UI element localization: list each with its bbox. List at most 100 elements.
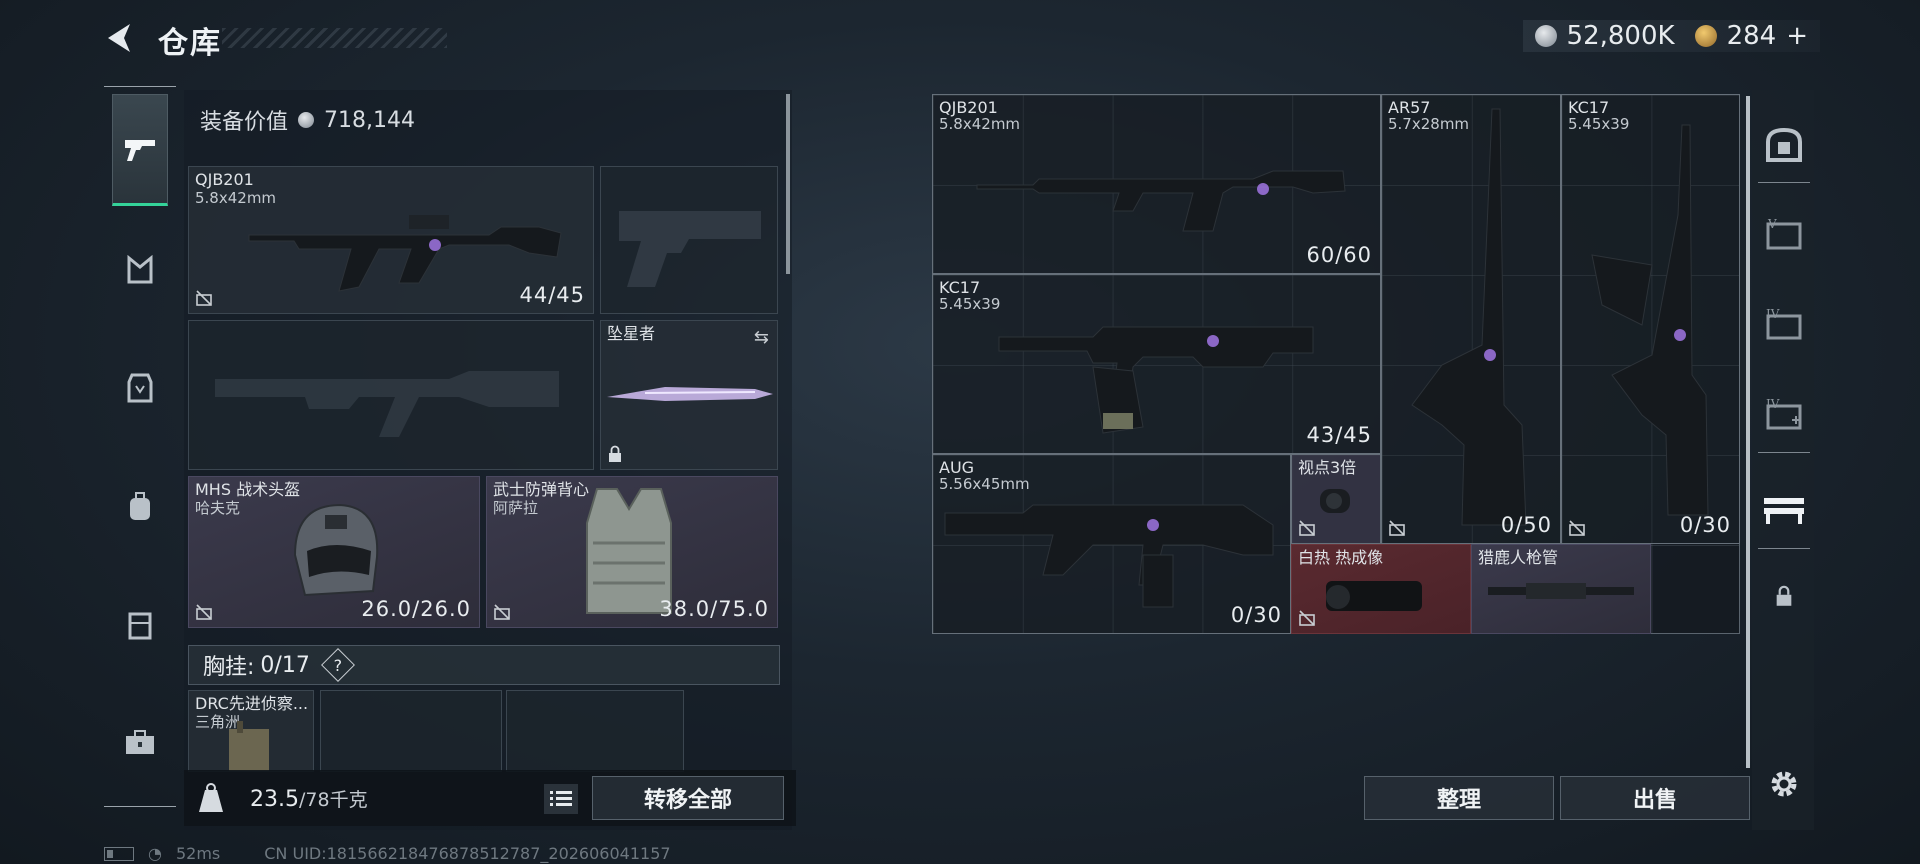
equipment-value: 718,144 xyxy=(324,107,415,133)
swap-icon[interactable]: ⇆ xyxy=(754,327,769,348)
melee-name: 坠星者 xyxy=(607,324,656,343)
helmet-durability: 26.0/26.0 xyxy=(361,597,471,621)
storage-scrollbar[interactable] xyxy=(1746,96,1750,768)
armor-durability: 38.0/75.0 xyxy=(659,597,769,621)
helmet-icon xyxy=(293,503,379,597)
rig-empty-slot[interactable] xyxy=(320,690,502,772)
mod-icon xyxy=(1299,610,1315,626)
settings-icon xyxy=(1771,771,1797,797)
nav-weapon-rack[interactable] xyxy=(1760,486,1808,534)
item-ammo: 43/45 xyxy=(1306,423,1372,447)
storage-item[interactable]: AUG 5.56x45mm 0/30 xyxy=(932,454,1291,634)
item-name: 猎鹿人枪管 xyxy=(1478,548,1559,567)
title-decoration xyxy=(222,28,447,48)
lock-icon xyxy=(1776,585,1792,606)
storage-item[interactable]: 猎鹿人枪管 xyxy=(1471,544,1651,634)
sell-button[interactable]: 出售 xyxy=(1560,776,1750,820)
backpack-icon xyxy=(130,492,150,520)
item-name: 视点3倍 xyxy=(1298,458,1357,477)
weight-value: 23.5/78千克 xyxy=(250,786,368,812)
item-ammo: 0/50 xyxy=(1500,513,1552,537)
safe-icon xyxy=(1766,127,1802,162)
rig-empty-slot[interactable] xyxy=(506,690,684,772)
wifi-icon: ◔ xyxy=(148,844,162,863)
nav-safe[interactable] xyxy=(1760,120,1808,168)
sort-button[interactable]: 整理 xyxy=(1364,776,1554,820)
mod-icon xyxy=(196,604,212,620)
toolbox-icon xyxy=(126,730,154,754)
item-caliber: 5.56x45mm xyxy=(939,475,1030,493)
armor-slot[interactable]: 武士防弹背心 阿萨拉 38.0/75.0 xyxy=(486,476,778,628)
barrel-icon xyxy=(1488,583,1634,599)
silver-coin-icon xyxy=(1534,25,1557,47)
rifle-vertical-icon xyxy=(1411,108,1527,526)
rifle-icon xyxy=(944,504,1274,608)
silver-amount: 52,800K xyxy=(1566,21,1675,51)
gold-amount: 284 xyxy=(1726,21,1777,51)
mod-icon xyxy=(494,604,510,620)
medkit-iv-icon: IV xyxy=(1766,397,1802,430)
nav-vest[interactable] xyxy=(112,360,168,416)
card-v-icon: V xyxy=(1766,217,1802,250)
helmet-mask-icon xyxy=(127,255,153,284)
battery-icon xyxy=(104,846,134,861)
melee-slot[interactable]: 坠星者 ⇆ xyxy=(600,320,778,470)
chest-rig-capacity: 0/17 xyxy=(260,652,310,678)
list-view-button[interactable] xyxy=(544,784,578,814)
helmet-slot[interactable]: MHS 战术头盔 哈夫克 26.0/26.0 xyxy=(188,476,480,628)
radio-device-icon xyxy=(229,721,269,771)
pistol-placeholder-icon xyxy=(619,211,761,287)
nav-card-v[interactable]: V xyxy=(1760,210,1808,258)
rig-icon xyxy=(128,612,152,640)
mod-icon xyxy=(196,290,212,306)
back-icon[interactable] xyxy=(100,18,140,58)
list-icon xyxy=(550,791,572,806)
chest-rig-label: 胸挂: xyxy=(203,655,255,680)
storage-item[interactable]: 白热 热成像 xyxy=(1291,544,1471,634)
status-bar: ◔ 52ms CN UID:1815662184768785127​87_202… xyxy=(104,844,671,863)
gold-coin-icon xyxy=(1694,25,1717,47)
nav-helmet-mask[interactable] xyxy=(112,242,168,298)
left-nav xyxy=(104,86,176,806)
svg-text:IV: IV xyxy=(1766,397,1780,411)
knife-icon xyxy=(607,387,773,401)
nav-divider-bottom xyxy=(104,806,176,807)
storage-item[interactable]: AR57 5.7x28mm 0/50 xyxy=(1381,94,1561,544)
gold-add-button[interactable]: + xyxy=(1786,21,1808,51)
rifle-vertical-icon xyxy=(1591,124,1709,516)
primary-weapon-slot[interactable]: QJB201 5.8x42mm 44/45 xyxy=(188,166,594,314)
rifle-placeholder-icon xyxy=(215,371,559,437)
nav-backpack[interactable] xyxy=(112,478,168,534)
nav-toolbox[interactable] xyxy=(112,714,168,770)
primary-weapon-ammo: 44/45 xyxy=(519,283,585,307)
help-icon[interactable]: ? xyxy=(320,648,355,682)
equipment-scrollbar[interactable] xyxy=(786,94,790,274)
transfer-all-button[interactable]: 转移全部 xyxy=(592,776,784,820)
storage-item[interactable]: QJB201 5.8x42mm 60/60 xyxy=(932,94,1381,274)
rifle-icon xyxy=(976,170,1346,232)
secondary-weapon-slot[interactable] xyxy=(600,166,778,314)
storage-item[interactable]: 视点3倍 xyxy=(1291,454,1381,544)
page-title: 仓库 xyxy=(158,26,222,61)
armor-brand: 阿萨拉 xyxy=(493,499,539,517)
settings-button[interactable] xyxy=(1760,760,1808,808)
storage-item[interactable]: KC17 5.45x39 43/45 xyxy=(932,274,1381,454)
nav-weapons[interactable] xyxy=(112,94,168,206)
thermal-scope-icon xyxy=(1326,581,1422,611)
nav-medkit-iv[interactable]: IV xyxy=(1760,390,1808,438)
nav-rig[interactable] xyxy=(112,596,168,652)
svg-text:IV: IV xyxy=(1766,307,1780,321)
equipment-value-label: 装备价值 xyxy=(200,110,289,135)
mod-icon xyxy=(1389,520,1405,536)
mod-icon xyxy=(1569,520,1585,536)
helmet-brand: 哈夫克 xyxy=(195,499,241,517)
nav-case-iv[interactable]: IV xyxy=(1760,300,1808,348)
equipment-value-row: 装备价值 718,144 xyxy=(200,104,415,136)
svg-text:V: V xyxy=(1767,217,1777,231)
rifle-icon xyxy=(248,215,562,292)
secondary-rifle-slot[interactable] xyxy=(188,320,594,470)
rig-item-slot[interactable]: DRC先进侦察... 三角洲 xyxy=(188,690,314,772)
nav-locked[interactable] xyxy=(1760,572,1808,620)
storage-item[interactable]: KC17 5.45x39 0/30 xyxy=(1561,94,1740,544)
item-caliber: 5.45x39 xyxy=(939,295,1001,313)
